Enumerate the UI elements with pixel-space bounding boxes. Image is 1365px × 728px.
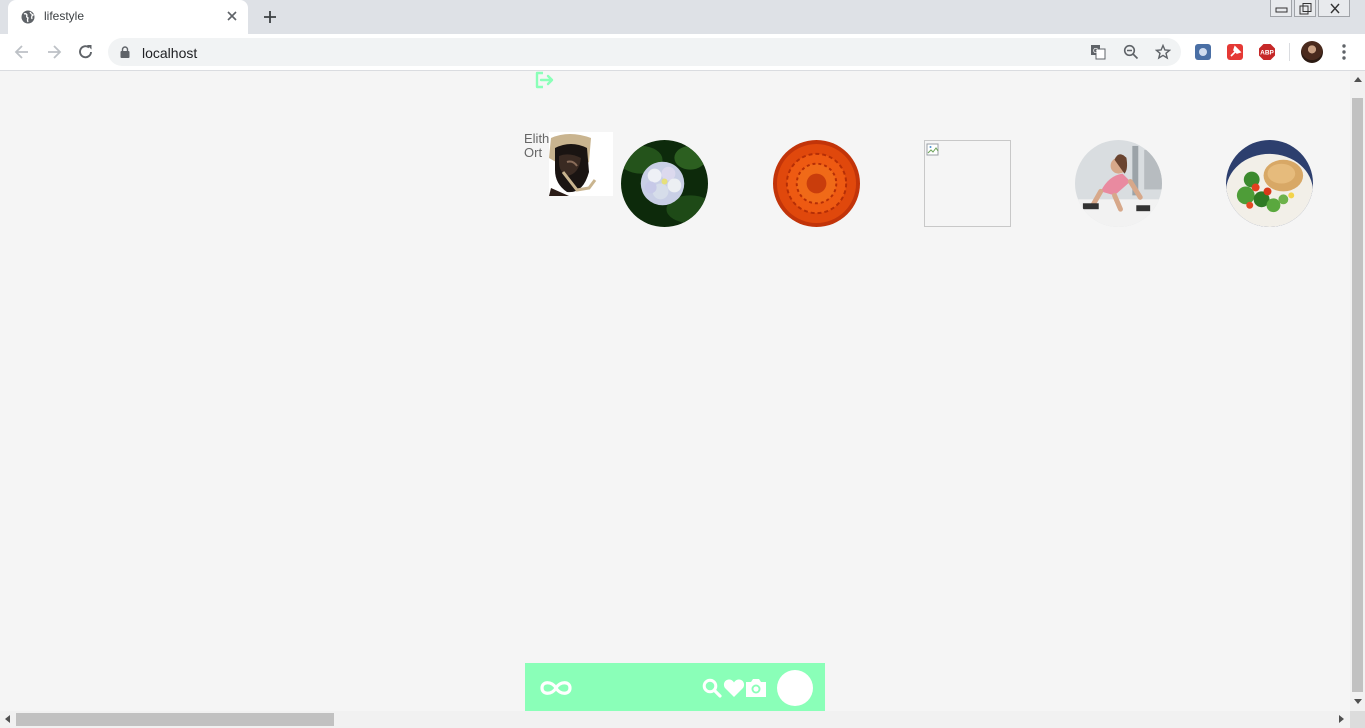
logout-icon[interactable] [534, 71, 556, 90]
browser-tab[interactable]: lifestyle [8, 0, 248, 34]
forward-icon[interactable] [44, 42, 64, 62]
lock-icon [120, 46, 130, 58]
horizontal-scroll-thumb[interactable] [16, 713, 334, 726]
tab-title: lifestyle [44, 9, 85, 23]
scroll-up-arrow-icon[interactable] [1354, 77, 1362, 82]
heart-icon[interactable] [723, 678, 745, 698]
pin-extension-icon[interactable] [1226, 43, 1244, 61]
scroll-left-arrow-icon[interactable] [5, 715, 10, 723]
vertical-scroll-thumb[interactable] [1352, 98, 1363, 692]
close-window-button[interactable] [1318, 0, 1350, 17]
minimize-icon [1275, 7, 1288, 13]
globe-icon [21, 10, 35, 24]
back-icon[interactable] [12, 42, 32, 62]
scrollbar-corner [1350, 711, 1365, 728]
translate-icon[interactable]: G [1090, 44, 1106, 60]
address-bar[interactable]: localhost G [108, 38, 1181, 66]
scroll-right-arrow-icon[interactable] [1339, 715, 1344, 723]
browser-toolbar: localhost G ABP [0, 34, 1365, 71]
browser-menu-icon[interactable] [1336, 43, 1352, 61]
bottom-navigation-bar [525, 663, 825, 711]
vertical-scrollbar[interactable] [1350, 71, 1365, 711]
orange-flower-story[interactable] [773, 140, 860, 227]
search-icon[interactable] [702, 678, 722, 698]
puzzle-extension-icon[interactable] [1194, 43, 1212, 61]
profile-avatar[interactable] [777, 670, 813, 706]
user-profile-photo[interactable] [549, 132, 613, 196]
hydrangea-story[interactable] [621, 140, 708, 227]
restore-button[interactable] [1294, 0, 1316, 17]
salad-story[interactable] [1226, 140, 1313, 227]
adblock-label: ABP [1260, 50, 1274, 57]
infinity-logo-icon[interactable] [538, 679, 574, 697]
camera-icon[interactable] [744, 677, 768, 698]
url-text: localhost [142, 45, 198, 61]
browser-profile-avatar[interactable] [1301, 41, 1323, 63]
close-window-icon [1330, 3, 1340, 14]
tab-strip: lifestyle [0, 0, 1365, 34]
zoom-out-icon[interactable] [1123, 44, 1139, 60]
bookmark-star-icon[interactable] [1155, 44, 1171, 60]
broken-image-icon [926, 143, 939, 156]
restore-icon [1299, 3, 1312, 15]
adblock-extension-icon[interactable]: ABP [1258, 43, 1276, 61]
scroll-down-arrow-icon[interactable] [1354, 699, 1362, 704]
toolbar-divider [1289, 43, 1290, 61]
page-viewport: Elith Ort [0, 71, 1350, 711]
broken-image-story[interactable] [924, 140, 1011, 227]
svg-text:G: G [1093, 48, 1098, 55]
new-tab-icon[interactable] [262, 9, 278, 25]
close-tab-icon[interactable] [226, 10, 238, 22]
fitness-woman-story[interactable] [1075, 140, 1162, 227]
minimize-button[interactable] [1270, 0, 1292, 17]
horizontal-scrollbar[interactable] [0, 711, 1350, 728]
reload-icon[interactable] [76, 42, 96, 62]
